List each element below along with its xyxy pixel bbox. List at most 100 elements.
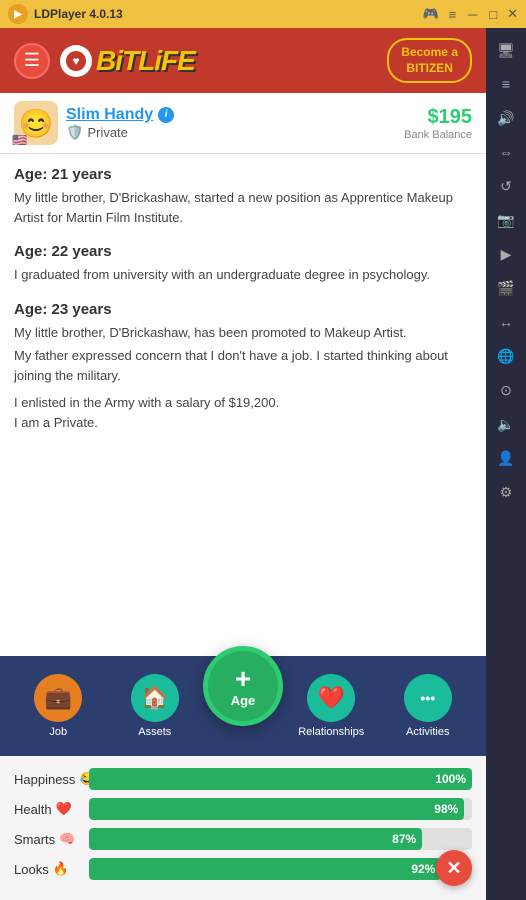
profile-name-text: Slim Handy [66, 106, 153, 124]
nav-assets[interactable]: 🏠 Assets [107, 674, 204, 738]
flag-badge: 🇺🇸 [12, 133, 27, 147]
assets-icon: 🏠 [141, 685, 168, 711]
looks-label: Looks 🔥 [14, 861, 89, 877]
age-button[interactable]: + Age [203, 646, 283, 726]
stats-area: Happiness 😂 100% Health ❤️ 98% Smar [0, 756, 486, 900]
nav-activities[interactable]: ••• Activities [380, 674, 477, 738]
job-label: Job [49, 726, 67, 738]
maximize-icon[interactable]: □ [489, 7, 497, 22]
sidebar-icon-speaker[interactable]: 🔊 [492, 104, 520, 132]
sidebar-icon-video[interactable]: 🎬 [492, 274, 520, 302]
sidebar-icon-circle[interactable]: ⊙ [492, 376, 520, 404]
window-controls: 🎮 ≡ － □ ✕ [422, 5, 518, 24]
bitizen-button[interactable]: Become a BITIZEN [387, 38, 472, 83]
title-bar-left: ▶ LDPlayer 4.0.13 [8, 4, 123, 24]
ldplayer-logo: ▶ [8, 4, 28, 24]
story-age-1: Age: 21 years [14, 166, 472, 183]
profile-left: 😊 🇺🇸 Slim Handy i 🛡️ Private [14, 101, 174, 145]
job-icon-circle: 💼 [34, 674, 82, 722]
svg-text:♥: ♥ [72, 54, 79, 68]
activities-icon: ••• [420, 690, 435, 706]
happiness-label: Happiness 😂 [14, 771, 89, 787]
right-sidebar: 🖥 ≡ 🔊 ⇔ ↺ 📷 ▶ 🎬 ↔ 🌐 ⊙ 🔈 👤 ⚙ [486, 28, 526, 900]
title-bar: ▶ LDPlayer 4.0.13 🎮 ≡ － □ ✕ [0, 0, 526, 28]
bottom-nav: 💼 Job 🏠 Assets + Age ❤️ Relationships ••… [0, 656, 486, 756]
story-text-3a: My little brother, D'Brickashaw, has bee… [14, 323, 472, 343]
gamepad-icon[interactable]: 🎮 [422, 6, 438, 22]
assets-label: Assets [138, 726, 171, 738]
health-percent: 98% [434, 802, 458, 816]
looks-percent: 92% [411, 862, 435, 876]
logo-icon: ♥ [60, 45, 92, 77]
health-label: Health ❤️ [14, 801, 89, 817]
nav-job[interactable]: 💼 Job [10, 674, 107, 738]
looks-bar-bg: 92% [89, 858, 472, 880]
sidebar-icon-1[interactable]: 🖥 [492, 36, 520, 64]
rank-shield-icon: 🛡️ [66, 124, 83, 141]
main-area: ☰ ♥ BiTLiFE Become a BITIZEN 😊 🇺🇸 [0, 28, 486, 900]
stat-happiness: Happiness 😂 100% [14, 768, 472, 790]
health-bar-fill: 98% [89, 798, 464, 820]
health-emoji: ❤️ [56, 801, 72, 817]
sidebar-icon-camera[interactable]: 📷 [492, 206, 520, 234]
activities-label: Activities [406, 726, 449, 738]
red-x-button[interactable]: ✕ [436, 850, 472, 886]
bitizen-line2: BITIZEN [401, 61, 458, 77]
age-plus-icon: + [235, 665, 251, 693]
sidebar-icon-globe[interactable]: 🌐 [492, 342, 520, 370]
smarts-bar-fill: 87% [89, 828, 422, 850]
health-text: Health [14, 802, 52, 817]
happiness-bar-fill: 100% [89, 768, 472, 790]
story-entry-3: Age: 23 years My little brother, D'Brick… [14, 301, 472, 433]
relationships-icon: ❤️ [318, 685, 345, 711]
profile-name[interactable]: Slim Handy i [66, 106, 174, 124]
profile-rank: 🛡️ Private [66, 124, 174, 141]
profile-info: Slim Handy i 🛡️ Private [66, 106, 174, 141]
profile-bar: 😊 🇺🇸 Slim Handy i 🛡️ Private $195 Bank B… [0, 93, 486, 154]
sidebar-icon-2[interactable]: ≡ [492, 70, 520, 98]
stat-looks: Looks 🔥 92% [14, 858, 472, 880]
health-bar-bg: 98% [89, 798, 472, 820]
info-icon[interactable]: i [158, 107, 174, 123]
menu-icon[interactable]: ≡ [449, 7, 457, 22]
hamburger-icon: ☰ [24, 50, 40, 71]
header-left: ☰ ♥ BiTLiFE [14, 43, 195, 79]
hamburger-button[interactable]: ☰ [14, 43, 50, 79]
sidebar-icon-gear[interactable]: ⚙ [492, 478, 520, 506]
balance-label: Bank Balance [404, 129, 472, 141]
story-age-2: Age: 22 years [14, 243, 472, 260]
story-text-2: I graduated from university with an unde… [14, 265, 472, 285]
stat-health: Health ❤️ 98% [14, 798, 472, 820]
story-age-3: Age: 23 years [14, 301, 472, 318]
looks-text: Looks [14, 862, 49, 877]
relationships-icon-circle: ❤️ [307, 674, 355, 722]
sidebar-icon-arrows[interactable]: ↔ [492, 308, 520, 336]
smarts-emoji: 🧠 [59, 831, 75, 847]
sidebar-icon-user[interactable]: 👤 [492, 444, 520, 472]
header: ☰ ♥ BiTLiFE Become a BITIZEN [0, 28, 486, 93]
assets-icon-circle: 🏠 [131, 674, 179, 722]
happiness-bar-bg: 100% [89, 768, 472, 790]
sidebar-icon-play[interactable]: ▶ [492, 240, 520, 268]
game-logo: ♥ BiTLiFE [60, 45, 195, 77]
smarts-percent: 87% [392, 832, 416, 846]
close-icon[interactable]: ✕ [507, 6, 518, 22]
story-content: Age: 21 years My little brother, D'Brick… [0, 154, 486, 656]
story-text-3d: I am a Private. [14, 413, 472, 433]
minimize-icon[interactable]: － [466, 5, 479, 24]
looks-emoji: 🔥 [53, 861, 69, 877]
avatar: 😊 🇺🇸 [14, 101, 58, 145]
story-text-1: My little brother, D'Brickashaw, started… [14, 188, 472, 227]
sidebar-icon-refresh[interactable]: ↺ [492, 172, 520, 200]
story-text-3b: My father expressed concern that I don't… [14, 346, 472, 385]
stat-smarts: Smarts 🧠 87% [14, 828, 472, 850]
activities-icon-circle: ••• [404, 674, 452, 722]
nav-relationships[interactable]: ❤️ Relationships [283, 674, 380, 738]
story-entry-2: Age: 22 years I graduated from universit… [14, 243, 472, 285]
sidebar-icon-expand[interactable]: ⇔ [492, 138, 520, 166]
logo-text: BiTLiFE [96, 45, 195, 77]
happiness-percent: 100% [435, 772, 466, 786]
app-title: LDPlayer 4.0.13 [34, 7, 123, 21]
sidebar-icon-sound[interactable]: 🔈 [492, 410, 520, 438]
profile-balance: $195 Bank Balance [404, 106, 472, 141]
